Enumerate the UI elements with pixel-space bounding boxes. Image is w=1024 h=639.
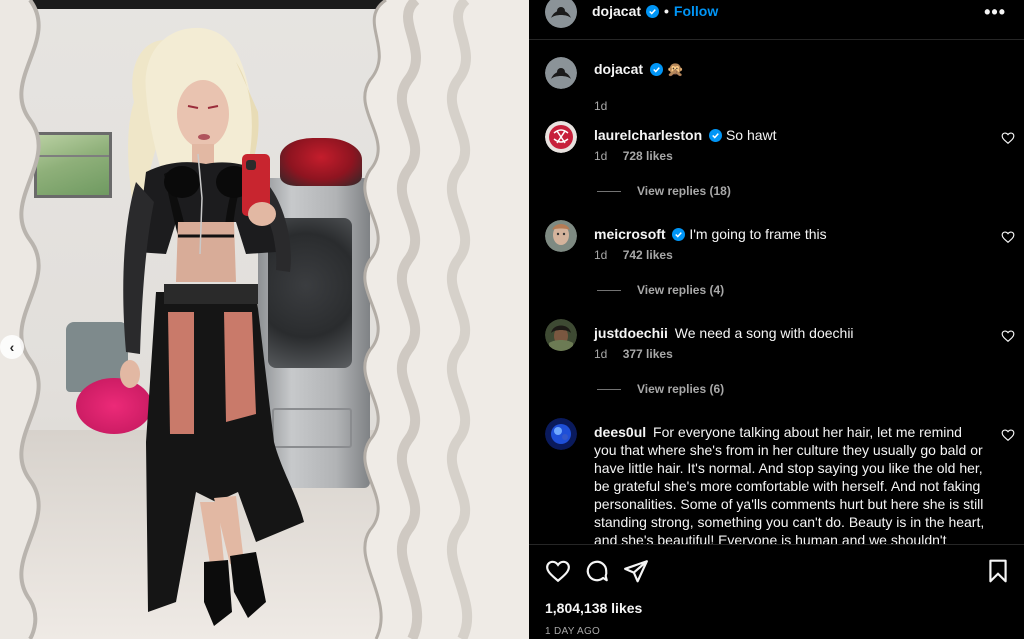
replies-divider: [597, 388, 621, 390]
commenter-avatar[interactable]: [545, 319, 577, 351]
caption-time: 1d: [594, 99, 608, 113]
person-figure: [120, 27, 304, 626]
comment-time: 1d: [594, 248, 608, 262]
comment-heart-icon[interactable]: [1001, 329, 1015, 343]
follow-button[interactable]: Follow: [674, 3, 718, 19]
commenter-username[interactable]: dees0ul: [594, 424, 646, 440]
commenter-avatar[interactable]: [545, 220, 577, 252]
bookmark-icon[interactable]: [985, 558, 1011, 584]
share-icon[interactable]: [623, 558, 649, 584]
post-photo[interactable]: ‹: [0, 0, 529, 639]
comment-item: laurelcharleston So hawt 1d 728 likes Vi…: [545, 121, 1015, 201]
mirror-frame-right: [363, 0, 529, 639]
comments-list[interactable]: dojacat 🙊 1d laurelcharleston So hawt 1d…: [529, 41, 1024, 544]
comment-text: So hawt: [725, 127, 777, 143]
view-replies-button[interactable]: View replies (18): [597, 184, 731, 198]
mirror-frame-left: [0, 0, 41, 639]
carousel-prev-button[interactable]: ‹: [0, 335, 24, 359]
view-replies-button[interactable]: View replies (6): [597, 382, 724, 396]
commenter-avatar[interactable]: [545, 418, 577, 450]
post-actions: 1,804,138 likes 1 DAY AGO: [529, 544, 1024, 639]
post-timestamp: 1 DAY AGO: [545, 626, 601, 637]
likes-count[interactable]: 1,804,138 likes: [545, 600, 642, 616]
separator-dot: •: [664, 3, 669, 19]
comment-heart-icon[interactable]: [1001, 131, 1015, 145]
caption-text: 🙊: [666, 61, 685, 77]
view-replies-label: View replies (6): [637, 382, 725, 396]
verified-badge-icon: [709, 129, 723, 142]
comment-item: meicrosoft I'm going to frame this 1d 74…: [545, 220, 1015, 300]
replies-divider: [597, 289, 621, 291]
chevron-left-icon: ‹: [9, 339, 15, 355]
comment-text: We need a song with doechii: [674, 325, 854, 341]
comment-item: justdoechii We need a song with doechii …: [545, 319, 1015, 399]
comment-likes[interactable]: 377 likes: [623, 347, 673, 361]
commenter-username[interactable]: justdoechii: [594, 325, 668, 341]
heart-icon[interactable]: [545, 558, 571, 584]
comment-text: For everyone talking about her hair, let…: [594, 424, 985, 544]
caption-username[interactable]: dojacat: [594, 61, 643, 77]
verified-badge-icon: [649, 63, 663, 76]
view-replies-label: View replies (18): [637, 184, 731, 198]
view-replies-button[interactable]: View replies (4): [597, 283, 724, 297]
comment-heart-icon[interactable]: [1001, 230, 1015, 244]
author-username[interactable]: dojacat: [592, 3, 641, 19]
view-replies-label: View replies (4): [637, 283, 725, 297]
author-avatar[interactable]: [545, 0, 577, 28]
comment-heart-icon[interactable]: [1001, 428, 1015, 442]
caption-avatar[interactable]: [545, 57, 577, 89]
commenter-username[interactable]: laurelcharleston: [594, 127, 702, 143]
verified-badge-icon: [672, 228, 686, 241]
comment-text: I'm going to frame this: [689, 226, 827, 242]
commenter-avatar[interactable]: [545, 121, 577, 153]
replies-divider: [597, 190, 621, 192]
caption-row: dojacat 🙊 1d: [545, 57, 1015, 113]
verified-badge-icon: [646, 4, 660, 18]
comment-time: 1d: [594, 149, 608, 163]
comment-icon[interactable]: [584, 558, 610, 584]
comment-time: 1d: [594, 347, 608, 361]
comment-item: dees0ul For everyone talking about her h…: [545, 418, 1015, 544]
more-options-button[interactable]: •••: [984, 2, 1006, 23]
comment-likes[interactable]: 728 likes: [623, 149, 673, 163]
comment-likes[interactable]: 742 likes: [623, 248, 673, 262]
post-header: dojacat • Follow •••: [529, 0, 1024, 40]
post-side-panel: dojacat • Follow ••• dojacat 🙊 1d laurel…: [529, 0, 1024, 639]
commenter-username[interactable]: meicrosoft: [594, 226, 666, 242]
